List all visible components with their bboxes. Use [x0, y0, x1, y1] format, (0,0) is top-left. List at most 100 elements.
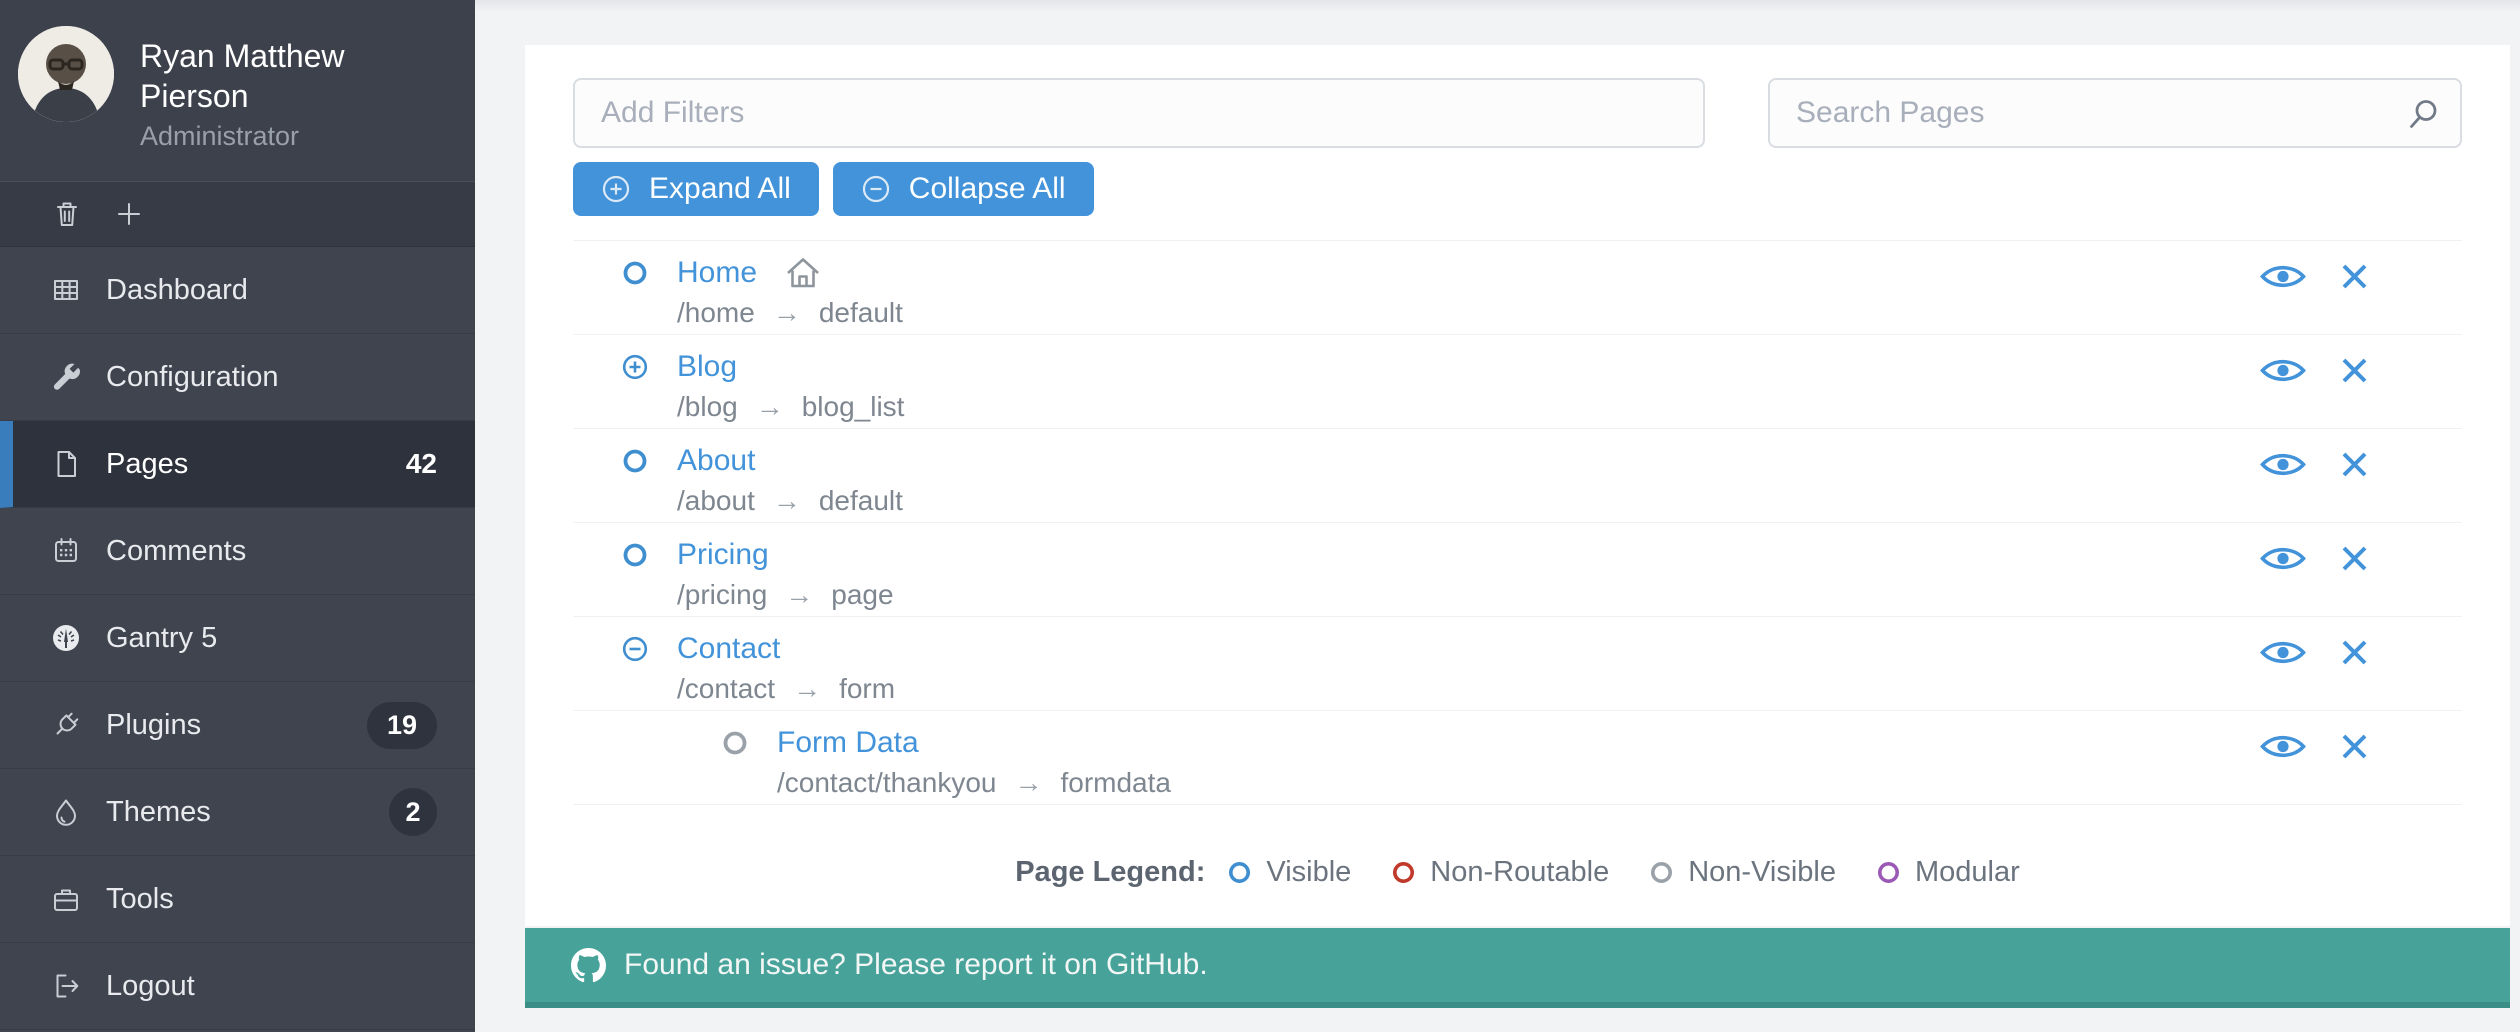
pages-tree: Home /home → default — [573, 240, 2462, 804]
logout-icon — [50, 969, 84, 1003]
page-state-visible-icon[interactable] — [621, 541, 649, 569]
droplet-icon — [50, 795, 84, 829]
sidebar-item-dashboard[interactable]: Dashboard — [0, 247, 475, 334]
page-route: /pricing → page — [677, 579, 894, 611]
search-icon — [2406, 97, 2440, 131]
page-route: /about → default — [677, 485, 903, 517]
page-row-blog: Blog /blog → blog_list — [573, 334, 2462, 428]
add-page-button[interactable] — [112, 197, 146, 231]
filters-row — [573, 45, 2462, 148]
page-route: /contact → form — [677, 673, 895, 705]
pages-count-badge: 42 — [406, 448, 437, 480]
sidebar-item-comments[interactable]: Comments — [0, 508, 475, 595]
legend-item-non-visible: Non-Visible — [1649, 856, 1836, 889]
page-route: /contact/thankyou → formdata — [777, 767, 1171, 799]
sidebar-menu: Dashboard Configuration Pages 42 — [0, 247, 475, 1030]
filter-input[interactable] — [573, 78, 1705, 148]
x-icon — [2339, 731, 2370, 762]
page-title-link[interactable]: About — [677, 444, 755, 478]
github-issue-banner[interactable]: Found an issue? Please report it on GitH… — [525, 928, 2510, 1008]
github-issue-link[interactable]: Found an issue? Please report it on GitH… — [624, 948, 1208, 982]
avatar[interactable] — [18, 26, 114, 122]
top-shadow — [475, 0, 2520, 12]
sidebar-item-label: Themes — [106, 796, 211, 829]
wrench-icon — [50, 360, 84, 394]
route-template: formdata — [1060, 767, 1171, 799]
expand-node-icon[interactable] — [621, 353, 649, 381]
sidebar-item-pages[interactable]: Pages 42 — [0, 421, 475, 508]
preview-page-button[interactable] — [2259, 355, 2307, 386]
plug-icon — [50, 708, 84, 742]
page-row-contact: Contact /contact → form — [573, 616, 2462, 710]
sidebar-item-themes[interactable]: Themes 2 — [0, 769, 475, 856]
sidebar-item-label: Gantry 5 — [106, 622, 217, 655]
sidebar-item-configuration[interactable]: Configuration — [0, 334, 475, 421]
delete-page-button[interactable] — [2339, 261, 2370, 292]
page-icon — [50, 447, 84, 481]
delete-page-button[interactable] — [2339, 731, 2370, 762]
sidebar-tools-strip — [0, 181, 475, 247]
collapse-node-icon[interactable] — [621, 635, 649, 663]
route-path: /home — [677, 297, 755, 329]
legend-circle-non-routable-icon — [1391, 860, 1416, 885]
x-icon — [2339, 355, 2370, 386]
sidebar-item-logout[interactable]: Logout — [0, 943, 475, 1030]
eye-icon — [2259, 449, 2307, 480]
legend-item-visible: Visible — [1227, 856, 1351, 889]
delete-page-button[interactable] — [2339, 449, 2370, 480]
home-icon — [783, 255, 823, 291]
route-path: /contact — [677, 673, 775, 705]
preview-page-button[interactable] — [2259, 637, 2307, 668]
delete-page-button[interactable] — [2339, 355, 2370, 386]
trash-button[interactable] — [50, 197, 84, 231]
route-template: default — [819, 485, 903, 517]
user-block: Ryan Matthew Pierson Administrator — [0, 0, 475, 181]
plugins-count-badge: 19 — [367, 702, 437, 749]
page-state-visible-icon[interactable] — [621, 259, 649, 287]
page-row-home: Home /home → default — [573, 240, 2462, 334]
x-icon — [2339, 543, 2370, 574]
sidebar-item-label: Pages — [106, 448, 188, 481]
eye-icon — [2259, 261, 2307, 292]
legend-circle-non-visible-icon — [1649, 860, 1674, 885]
preview-page-button[interactable] — [2259, 731, 2307, 762]
preview-page-button[interactable] — [2259, 449, 2307, 480]
delete-page-button[interactable] — [2339, 637, 2370, 668]
sidebar-item-gantry5[interactable]: Gantry 5 — [0, 595, 475, 682]
sidebar-item-label: Logout — [106, 970, 195, 1003]
page-title-link[interactable]: Pricing — [677, 538, 769, 572]
search-field — [1768, 78, 2462, 148]
user-name[interactable]: Ryan Matthew Pierson — [140, 36, 390, 116]
preview-page-button[interactable] — [2259, 543, 2307, 574]
page-title-link[interactable]: Contact — [677, 632, 780, 666]
legend-item-modular: Modular — [1876, 856, 2020, 889]
route-arrow: → — [785, 579, 813, 611]
page-title-link[interactable]: Form Data — [777, 726, 919, 760]
delete-page-button[interactable] — [2339, 543, 2370, 574]
sidebar-item-tools[interactable]: Tools — [0, 856, 475, 943]
page-state-non-visible-icon[interactable] — [721, 729, 749, 757]
eye-icon — [2259, 637, 2307, 668]
route-arrow: → — [793, 673, 821, 705]
route-path: /blog — [677, 391, 738, 423]
route-path: /pricing — [677, 579, 767, 611]
collapse-all-button[interactable]: Collapse All — [833, 162, 1094, 216]
themes-count-badge: 2 — [389, 788, 437, 836]
circle-plus-icon — [601, 174, 631, 204]
search-input[interactable] — [1768, 78, 2462, 148]
expand-all-button[interactable]: Expand All — [573, 162, 819, 216]
avatar-silhouette — [18, 26, 114, 122]
sidebar-item-label: Dashboard — [106, 274, 248, 307]
page-title-link[interactable]: Home — [677, 256, 757, 290]
grav-admin-screen: Ryan Matthew Pierson Administrator — [0, 0, 2520, 1032]
page-row-pricing: Pricing /pricing → page — [573, 522, 2462, 616]
page-state-visible-icon[interactable] — [621, 447, 649, 475]
x-icon — [2339, 637, 2370, 668]
trash-icon — [51, 198, 83, 230]
tree-buttons-row: Expand All Collapse All — [573, 162, 2462, 216]
eye-icon — [2259, 355, 2307, 386]
sidebar-item-plugins[interactable]: Plugins 19 — [0, 682, 475, 769]
route-arrow: → — [773, 297, 801, 329]
page-title-link[interactable]: Blog — [677, 350, 737, 384]
preview-page-button[interactable] — [2259, 261, 2307, 292]
